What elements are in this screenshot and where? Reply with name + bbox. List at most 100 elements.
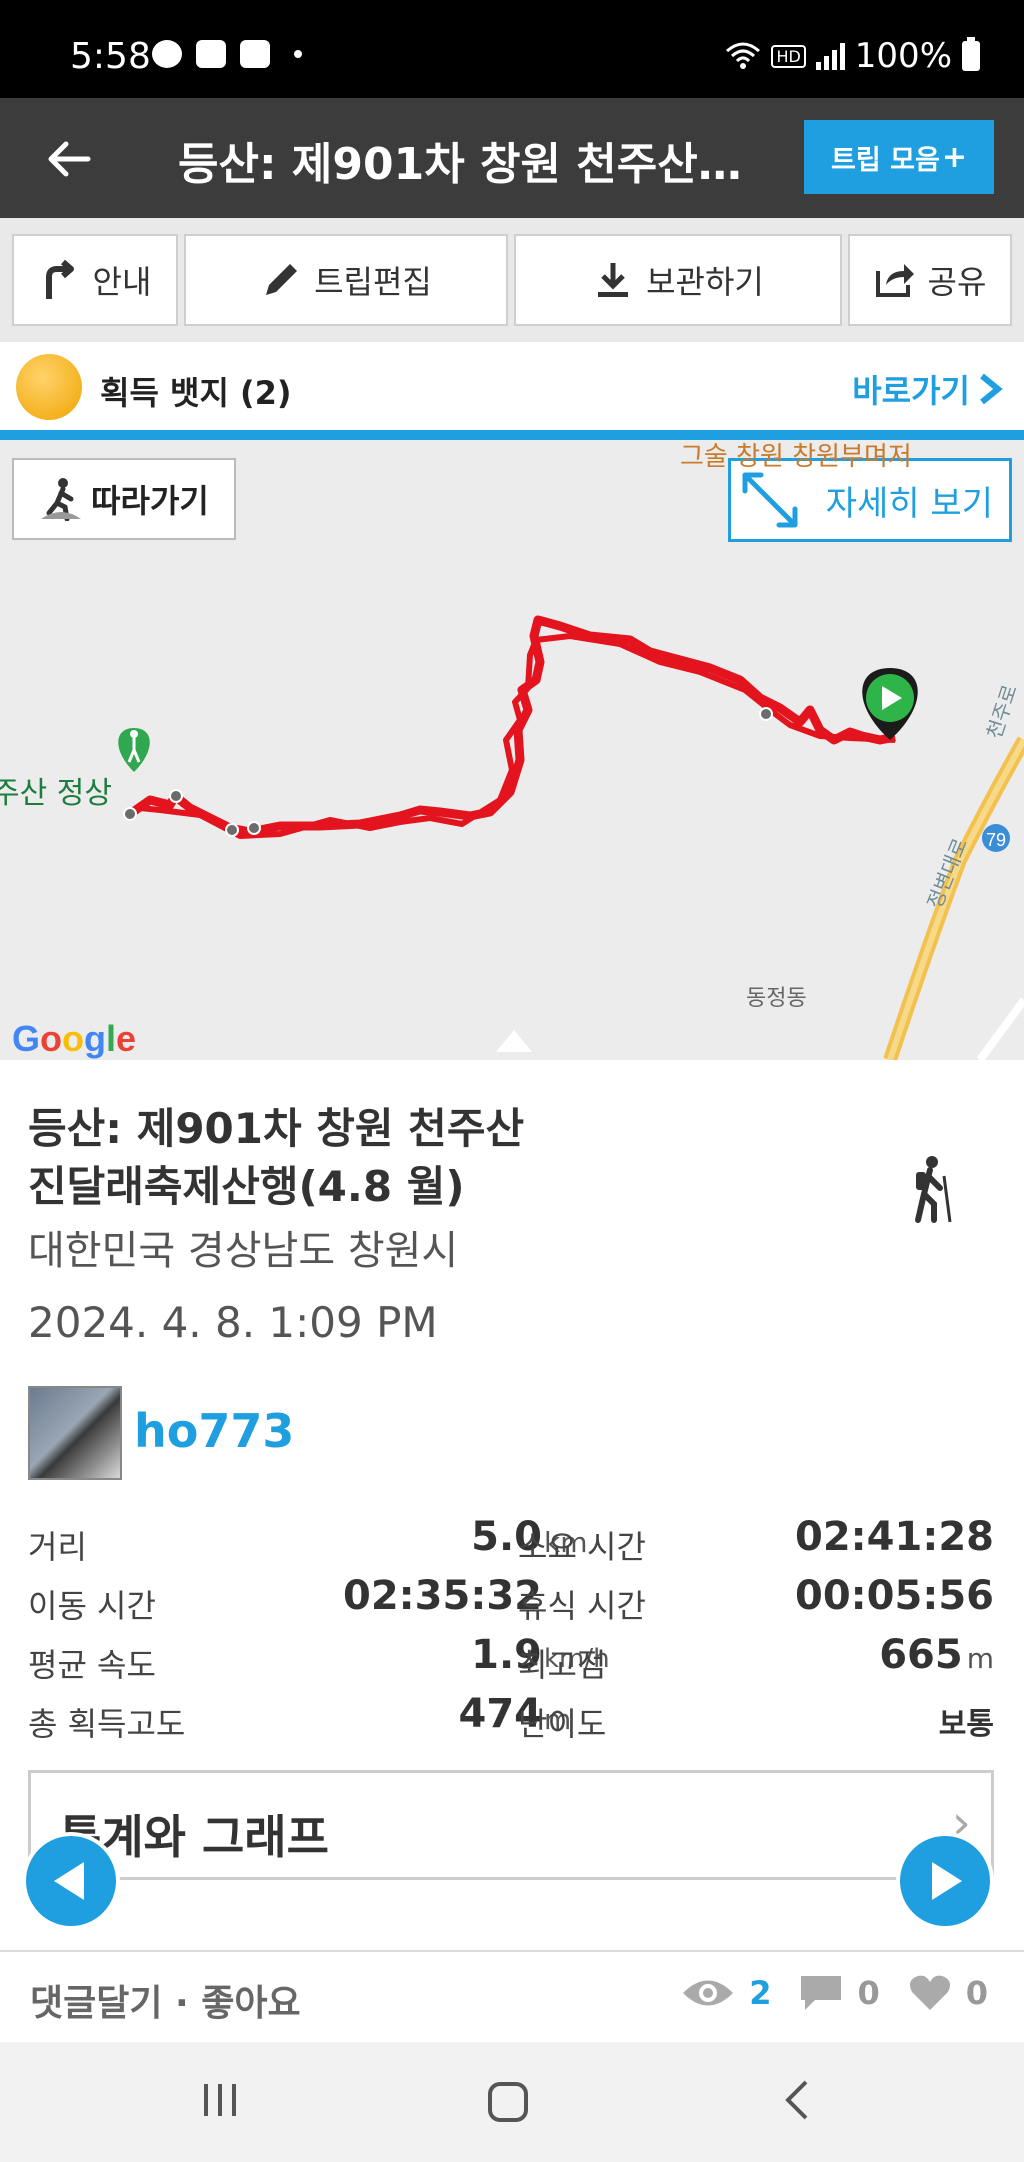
share-button[interactable]: 공유 <box>848 234 1012 326</box>
home-icon[interactable] <box>484 2078 532 2126</box>
walker-icon <box>41 478 82 521</box>
start-marker <box>862 668 918 740</box>
battery-icon <box>962 37 980 71</box>
road-number: 79 <box>986 830 1006 850</box>
view-details-label: 자세히 보기 <box>825 483 993 524</box>
stats-graph-button[interactable]: 통계와 그래프 › <box>28 1770 994 1880</box>
app-bar: 등산: 제901차 창원 천주산… 트립 모음 + <box>0 98 1024 218</box>
stats-row: 이동 시간 02:35:32 휴식 시간 00:05:56 <box>28 1571 994 1630</box>
page-title: 등산: 제901차 창원 천주산… <box>178 139 742 190</box>
waypoint-marker <box>247 821 261 835</box>
like-count: 0 <box>965 1974 988 2012</box>
trip-info: 등산: 제901차 창원 천주산 진달래축제산행(4.8 월) 대한민국 경상남… <box>0 1060 1024 1950</box>
signal-icon <box>815 42 845 70</box>
divider <box>0 430 1024 440</box>
share-label: 공유 <box>927 263 987 301</box>
save-label: 보관하기 <box>646 263 764 301</box>
road-label-main: 정변대로 <box>922 835 972 912</box>
back-nav-icon[interactable] <box>776 2078 820 2122</box>
trip-title-line2: 진달래축제산행(4.8 월) <box>28 1162 465 1211</box>
guide-button[interactable]: 안내 <box>12 234 178 326</box>
stat-value: 665 m <box>879 1632 994 1678</box>
view-count: 2 <box>749 1974 772 2012</box>
stat-label: 소요 시간 <box>518 1528 646 1566</box>
follow-label: 따라가기 <box>91 482 209 520</box>
plus-icon: + <box>941 139 967 175</box>
chevron-right-icon <box>980 373 1003 405</box>
comment-like-link[interactable]: 댓글달기 · 좋아요 <box>30 1974 301 2026</box>
hiking-icon <box>915 1156 952 1223</box>
stat-label: 평균 속도 <box>28 1646 156 1684</box>
turn-arrow-icon <box>45 259 74 299</box>
share-icon <box>875 264 914 297</box>
edit-trip-label: 트립편집 <box>314 263 432 301</box>
trip-datetime: 2024. 4. 8. 1:09 PM <box>28 1298 438 1347</box>
trip-collection-label: 트립 모음 <box>831 144 940 176</box>
stat-value: 02:35:32 <box>343 1573 542 1619</box>
previous-trip-button[interactable] <box>22 1832 120 1930</box>
badge-count-label: 획득 뱃지 (2) <box>100 374 292 412</box>
wifi-icon <box>726 42 761 69</box>
guide-label: 안내 <box>92 263 152 301</box>
play-left-icon <box>54 1862 84 1900</box>
road-label-cheonju: 천주로 <box>982 682 1022 742</box>
route-map[interactable]: 79 천주로 정변대로 따라가기 자세히 보기 그술 창원 창원부며저 주산 정… <box>0 440 1024 1060</box>
next-trip-button[interactable] <box>896 1832 994 1930</box>
hiker-peak-marker <box>118 728 150 772</box>
stats-table: 거리 5.0 km 소요 시간 02:41:28 이동 시간 02:35:32 … <box>28 1512 994 1748</box>
stat-value: 00:05:56 <box>795 1573 994 1619</box>
stat-label: 이동 시간 <box>28 1587 156 1625</box>
action-toolbar: 안내 트립편집 보관하기 공유 <box>0 218 1024 342</box>
stat-label: 휴식 시간 <box>518 1587 646 1625</box>
map-label-top: 그술 창원 창원부며저 <box>680 442 912 472</box>
badge-icon <box>16 354 82 420</box>
more-dot-icon <box>294 50 302 58</box>
expand-icon <box>742 472 798 528</box>
go-to-badges-link[interactable]: 바로가기 <box>852 366 1004 412</box>
trip-title-line1: 등산: 제901차 창원 천주산 <box>28 1104 525 1153</box>
download-icon <box>598 263 629 297</box>
status-right: HD 100% <box>725 36 980 76</box>
peak-label: 주산 정상 <box>0 776 112 811</box>
comment-count: 0 <box>857 1974 880 2012</box>
stats-row: 총 획득고도 474 m 난이도 보통 <box>28 1689 994 1748</box>
trip-title: 등산: 제901차 창원 천주산 진달래축제산행(4.8 월) <box>28 1100 748 1216</box>
avatar[interactable] <box>28 1386 122 1480</box>
pencil-icon <box>266 264 298 295</box>
waypoint-marker <box>169 789 183 803</box>
go-label: 바로가기 <box>852 372 970 410</box>
heart-icon <box>909 1975 950 2010</box>
save-button[interactable]: 보관하기 <box>514 234 842 326</box>
gallery-icon <box>196 40 226 68</box>
status-bar: 5:58 HD 100% <box>0 0 1024 98</box>
message-icon <box>240 40 270 68</box>
callout-pointer <box>496 1030 532 1052</box>
hd-voice-icon: HD <box>771 44 806 68</box>
status-time: 5:58 <box>70 36 151 77</box>
back-arrow-icon[interactable] <box>44 134 94 184</box>
dong-label: 동정동 <box>746 986 807 1011</box>
stats-row: 평균 속도 1.9 km/h 최고점 665 m <box>28 1630 994 1689</box>
waypoint-marker <box>225 823 239 837</box>
follow-button[interactable]: 따라가기 <box>12 458 236 540</box>
stat-label: 난이도 <box>518 1705 607 1743</box>
trip-collection-button[interactable]: 트립 모음 + <box>804 120 994 194</box>
stat-label: 최고점 <box>518 1646 607 1684</box>
recent-apps-icon[interactable] <box>198 2078 242 2122</box>
battery-percent: 100% <box>854 36 952 76</box>
badge-row[interactable]: 획득 뱃지 (2) 바로가기 <box>0 342 1024 434</box>
talk-icon <box>152 40 182 68</box>
eye-icon <box>683 1980 734 2006</box>
notification-icons <box>152 40 302 68</box>
social-footer: 댓글달기 · 좋아요 2 0 0 <box>0 1950 1024 2042</box>
stat-label: 거리 <box>28 1528 87 1566</box>
edit-trip-button[interactable]: 트립편집 <box>184 234 508 326</box>
stat-label: 총 획득고도 <box>28 1705 186 1743</box>
engagement-counts: 2 0 0 <box>681 1974 988 2012</box>
stat-value: 02:41:28 <box>795 1514 994 1560</box>
username-link[interactable]: ho773 <box>134 1404 294 1458</box>
stat-value: 보통 <box>938 1707 994 1742</box>
trip-location: 대한민국 경상남도 창원시 <box>28 1228 459 1274</box>
waypoint-marker <box>759 707 773 721</box>
comment-icon <box>801 1976 842 2010</box>
